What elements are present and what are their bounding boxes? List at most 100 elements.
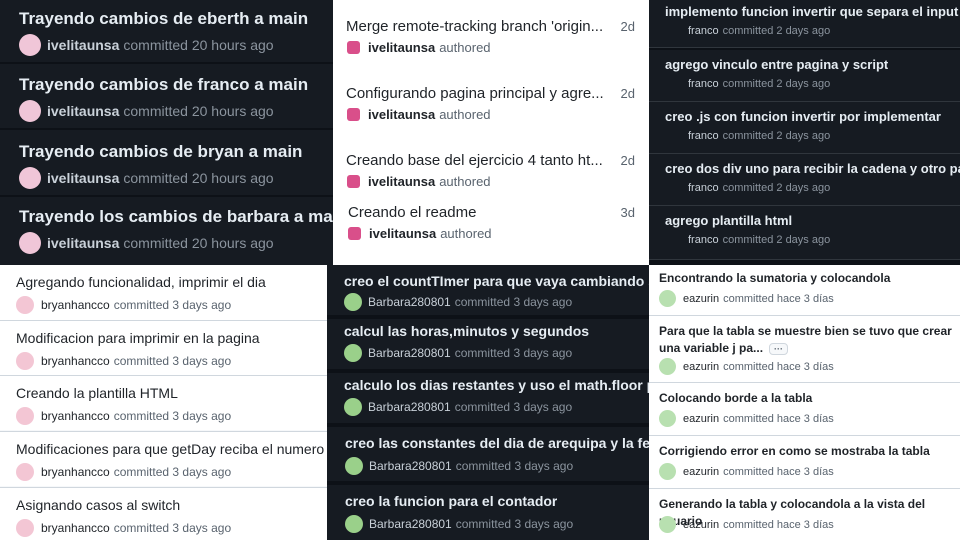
commit-author[interactable]: eazurin bbox=[683, 466, 719, 478]
commit-message[interactable]: Modificaciones para que getDay reciba el… bbox=[16, 441, 327, 457]
commit-row[interactable]: Generando la tabla y colocandola a la vi… bbox=[649, 490, 960, 540]
commit-author[interactable]: ivelitaunsa bbox=[47, 170, 119, 186]
commit-message[interactable]: Trayendo los cambios de barbara a main bbox=[19, 207, 333, 227]
commit-message[interactable]: agrego vinculo entre pagina y script bbox=[665, 57, 888, 72]
commit-author[interactable]: franco bbox=[688, 78, 719, 90]
commit-row[interactable]: Trayendo los cambios de barbara a main i… bbox=[0, 198, 333, 262]
commit-author[interactable]: eazurin bbox=[683, 413, 719, 425]
avatar[interactable] bbox=[16, 407, 34, 425]
commit-author[interactable]: ivelitaunsa bbox=[47, 103, 119, 119]
commit-row[interactable]: agrego vinculo entre pagina y script fra… bbox=[649, 50, 960, 102]
avatar[interactable] bbox=[348, 227, 361, 240]
commit-row[interactable]: Trayendo cambios de bryan a main ivelita… bbox=[0, 133, 333, 197]
commit-author[interactable]: franco bbox=[688, 234, 719, 246]
commit-author[interactable]: Barbara280801 bbox=[369, 517, 452, 531]
commit-row[interactable]: Asignando casos al switch bryanhancco co… bbox=[0, 487, 327, 540]
avatar[interactable] bbox=[344, 293, 362, 311]
commit-message[interactable]: creo el countTImer para que vaya cambian… bbox=[344, 273, 649, 289]
commit-row[interactable]: creo .js con funcion invertir por implem… bbox=[649, 102, 960, 154]
commit-row[interactable]: Merge remote-tracking branch 'origin... … bbox=[333, 8, 649, 70]
commit-message[interactable]: creo dos div uno para recibir la cadena … bbox=[665, 161, 960, 176]
commit-row[interactable]: Configurando pagina principal y agre... … bbox=[333, 75, 649, 137]
commit-author[interactable]: bryanhancco bbox=[41, 354, 110, 368]
commit-message[interactable]: Trayendo cambios de franco a main bbox=[19, 75, 308, 95]
commit-author[interactable]: Barbara280801 bbox=[368, 346, 451, 360]
commit-author[interactable]: franco bbox=[688, 25, 719, 37]
commit-row[interactable]: implemento funcion invertir que separa e… bbox=[649, 0, 960, 48]
commit-row[interactable]: calculo los dias restantes y uso el math… bbox=[327, 373, 649, 425]
commit-author[interactable]: Barbara280801 bbox=[368, 400, 451, 414]
avatar[interactable] bbox=[344, 398, 362, 416]
avatar[interactable] bbox=[659, 516, 676, 533]
avatar[interactable] bbox=[344, 344, 362, 362]
avatar[interactable] bbox=[19, 100, 41, 122]
avatar[interactable] bbox=[347, 41, 360, 54]
avatar[interactable] bbox=[19, 167, 41, 189]
commit-message[interactable]: Configurando pagina principal y agre... bbox=[346, 85, 611, 102]
avatar[interactable] bbox=[19, 34, 41, 56]
commit-author[interactable]: ivelitaunsa bbox=[47, 235, 119, 251]
commit-message[interactable]: Trayendo cambios de eberth a main bbox=[19, 9, 308, 29]
commit-author[interactable]: bryanhancco bbox=[41, 465, 110, 479]
commit-author[interactable]: ivelitaunsa bbox=[369, 226, 436, 241]
commit-row[interactable]: creo las constantes del dia de arequipa … bbox=[327, 427, 649, 483]
commit-author[interactable]: eazurin bbox=[683, 293, 719, 305]
commit-row[interactable]: Para que la tabla se muestre bien se tuv… bbox=[649, 317, 960, 383]
avatar[interactable] bbox=[347, 175, 360, 188]
commit-row[interactable]: creo dos div uno para recibir la cadena … bbox=[649, 154, 960, 206]
avatar[interactable] bbox=[345, 515, 363, 533]
avatar[interactable] bbox=[659, 463, 676, 480]
commit-row[interactable]: calcul las horas,minutos y segundos Barb… bbox=[327, 319, 649, 371]
commit-author[interactable]: bryanhancco bbox=[41, 298, 110, 312]
commit-author[interactable]: eazurin bbox=[683, 519, 719, 531]
commit-message[interactable]: creo la funcion para el contador bbox=[345, 493, 557, 509]
commit-author[interactable]: ivelitaunsa bbox=[368, 174, 435, 189]
commit-message[interactable]: Agregando funcionalidad, imprimir el dia bbox=[16, 274, 266, 290]
commit-row[interactable]: Creando base del ejercicio 4 tanto ht...… bbox=[333, 142, 649, 200]
commit-row[interactable]: Modificaciones para que getDay reciba el… bbox=[0, 431, 327, 486]
commit-message[interactable]: Trayendo cambios de bryan a main bbox=[19, 142, 302, 162]
commit-row[interactable]: Modificacion para imprimir en la pagina … bbox=[0, 320, 327, 375]
avatar[interactable] bbox=[16, 352, 34, 370]
commit-author[interactable]: eazurin bbox=[683, 361, 719, 373]
commit-author[interactable]: Barbara280801 bbox=[368, 295, 451, 309]
commit-author[interactable]: ivelitaunsa bbox=[47, 37, 119, 53]
commit-message[interactable]: Colocando borde a la tabla bbox=[659, 390, 959, 407]
commit-row[interactable]: creo la funcion para el contador Barbara… bbox=[327, 485, 649, 540]
commit-row[interactable]: Corrigiendo error en como se mostraba la… bbox=[649, 437, 960, 489]
commit-message[interactable]: Creando la plantilla HTML bbox=[16, 385, 178, 401]
expand-message-button[interactable]: ··· bbox=[769, 342, 789, 355]
commit-message[interactable]: Creando el readme bbox=[348, 204, 613, 221]
commit-row[interactable]: Creando el readme 3d ivelitaunsa authore… bbox=[333, 200, 649, 260]
commit-author[interactable]: bryanhancco bbox=[41, 521, 110, 535]
commit-message[interactable]: Modificacion para imprimir en la pagina bbox=[16, 330, 260, 346]
avatar[interactable] bbox=[16, 519, 34, 537]
avatar[interactable] bbox=[659, 290, 676, 307]
commit-row[interactable]: Agregando funcionalidad, imprimir el dia… bbox=[0, 265, 327, 320]
commit-message[interactable]: agrego plantilla html bbox=[665, 213, 792, 228]
avatar[interactable] bbox=[345, 457, 363, 475]
commit-message[interactable]: calculo los dias restantes y uso el math… bbox=[344, 377, 649, 393]
commit-row[interactable]: Colocando borde a la tabla eazurin commi… bbox=[649, 384, 960, 436]
commit-message[interactable]: Para que la tabla se muestre bien se tuv… bbox=[659, 323, 959, 357]
commit-author[interactable]: franco bbox=[688, 130, 719, 142]
commit-author[interactable]: ivelitaunsa bbox=[368, 40, 435, 55]
avatar[interactable] bbox=[659, 358, 676, 375]
commit-message[interactable]: creo .js con funcion invertir por implem… bbox=[665, 109, 941, 124]
commit-message[interactable]: Encontrando la sumatoria y colocandola bbox=[659, 270, 959, 287]
commit-row[interactable]: Encontrando la sumatoria y colocandola e… bbox=[649, 265, 960, 316]
commit-message[interactable]: Merge remote-tracking branch 'origin... bbox=[346, 18, 611, 35]
commit-author[interactable]: bryanhancco bbox=[41, 409, 110, 423]
commit-row[interactable]: Trayendo cambios de eberth a main ivelit… bbox=[0, 0, 333, 64]
commit-message[interactable]: Asignando casos al switch bbox=[16, 497, 180, 513]
commit-author[interactable]: franco bbox=[688, 182, 719, 194]
commit-message[interactable]: implemento funcion invertir que separa e… bbox=[665, 4, 960, 19]
commit-author[interactable]: ivelitaunsa bbox=[368, 107, 435, 122]
commit-row[interactable]: Trayendo cambios de franco a main ivelit… bbox=[0, 66, 333, 130]
commit-message[interactable]: creo las constantes del dia de arequipa … bbox=[345, 435, 649, 451]
avatar[interactable] bbox=[347, 108, 360, 121]
commit-message[interactable]: Corrigiendo error en como se mostraba la… bbox=[659, 443, 959, 460]
avatar[interactable] bbox=[16, 463, 34, 481]
commit-row[interactable]: Creando la plantilla HTML bryanhancco co… bbox=[0, 375, 327, 430]
avatar[interactable] bbox=[16, 296, 34, 314]
